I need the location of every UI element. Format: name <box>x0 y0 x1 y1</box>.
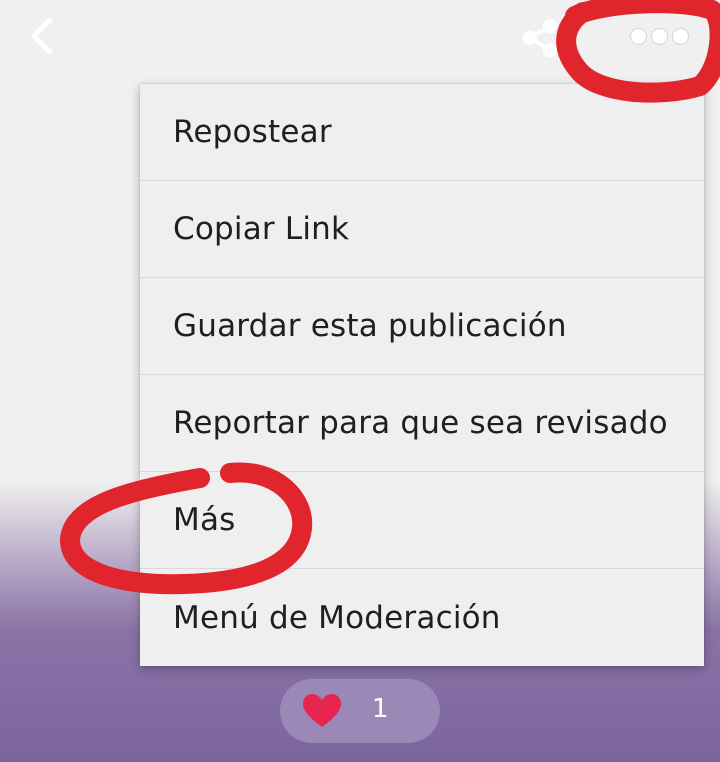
share-button[interactable] <box>518 16 562 60</box>
more-horizontal-icon <box>651 28 667 44</box>
menu-item-more[interactable]: Más <box>140 472 704 569</box>
share-icon <box>523 19 557 57</box>
options-menu: Repostear Copiar Link Guardar esta publi… <box>140 84 704 666</box>
more-horizontal-icon <box>630 28 646 44</box>
menu-item-repost[interactable]: Repostear <box>140 84 704 181</box>
more-options-button[interactable] <box>622 20 696 52</box>
menu-item-save-post[interactable]: Guardar esta publicación <box>140 278 704 375</box>
menu-item-copy-link[interactable]: Copiar Link <box>140 181 704 278</box>
heart-icon <box>303 694 341 727</box>
back-button[interactable] <box>22 14 66 58</box>
like-count: 1 <box>372 694 389 724</box>
like-button[interactable] <box>280 679 440 743</box>
menu-item-report[interactable]: Reportar para que sea revisado <box>140 375 704 472</box>
chevron-left-icon <box>31 17 53 55</box>
more-horizontal-icon <box>672 28 688 44</box>
top-bar <box>0 0 720 80</box>
menu-item-moderation[interactable]: Menú de Moderación <box>140 569 704 666</box>
